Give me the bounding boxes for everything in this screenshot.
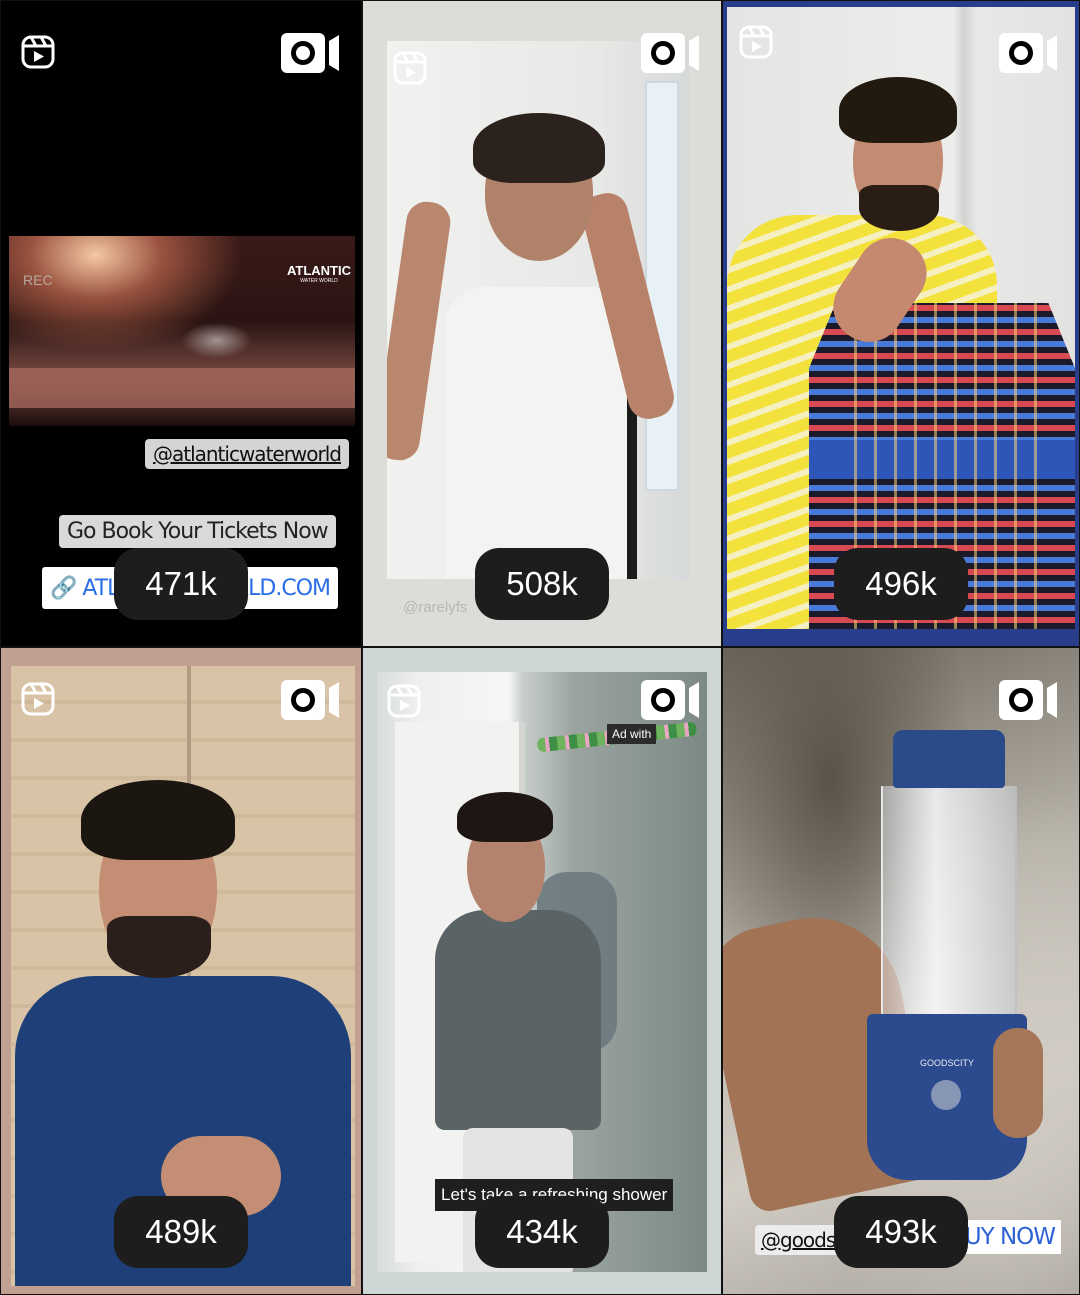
hair [839,77,957,143]
view-count: 471k [114,548,248,620]
rec-label: REC [23,272,53,288]
thumbnail [11,666,355,1286]
finger [993,1028,1043,1138]
reels-grid: REC ATLANTIC WATER WORLD @atlanticwaterw… [0,0,1080,1295]
reel-tile-4[interactable]: 489k [0,647,362,1295]
hair [81,780,235,860]
view-count: 434k [475,1196,609,1268]
camera-icon[interactable] [279,678,341,722]
arm [387,199,453,463]
camera-icon[interactable] [997,678,1059,722]
camera-icon[interactable] [997,31,1059,75]
blender-bottle [881,786,1017,1016]
camera-icon[interactable] [639,678,701,722]
camera-icon[interactable] [279,31,341,75]
beard [859,185,939,231]
atlantic-logo: ATLANTIC WATER WORLD [286,263,351,284]
power-button [931,1080,961,1110]
reels-icon [393,51,427,85]
reels-icon [21,35,55,69]
beard [107,916,211,978]
watermark: @rarelyfs [403,599,468,616]
concert-video-frame: REC ATLANTIC WATER WORLD [9,236,355,426]
reel-tile-2[interactable]: @rarelyfs 508k [362,0,722,647]
reel-tile-1[interactable]: REC ATLANTIC WATER WORLD @atlanticwaterw… [0,0,362,647]
reels-icon [21,682,55,716]
reel-tile-6[interactable]: GOODSCITY @goods BUY NOW 493k [722,647,1080,1295]
view-count: 489k [114,1196,248,1268]
view-count: 508k [475,548,609,620]
camera-icon[interactable] [639,31,701,75]
blender-lid [893,730,1005,788]
account-handle: @goods [755,1225,842,1255]
reel-tile-5[interactable]: Ad with Let's take a refreshing shower 4… [362,647,722,1295]
view-count: 493k [834,1196,968,1268]
reels-icon [739,25,773,59]
cta-text: Go Book Your Tickets Now [59,515,336,548]
view-count: 496k [834,548,968,620]
stage [9,368,355,408]
account-handle: @atlanticwaterworld [144,439,349,469]
hair [457,792,553,842]
thumbnail [387,41,689,579]
thumbnail: Ad with Let's take a refreshing shower [377,672,707,1272]
tank-top [445,287,637,579]
link-icon: 🔗 [50,575,77,601]
grey-tshirt [435,910,601,1130]
window [645,81,679,491]
hair [473,113,605,183]
reels-icon [387,684,421,718]
reel-tile-3[interactable]: 496k [722,0,1080,647]
thumbnail [727,7,1075,629]
ad-tag: Ad with [607,724,657,744]
